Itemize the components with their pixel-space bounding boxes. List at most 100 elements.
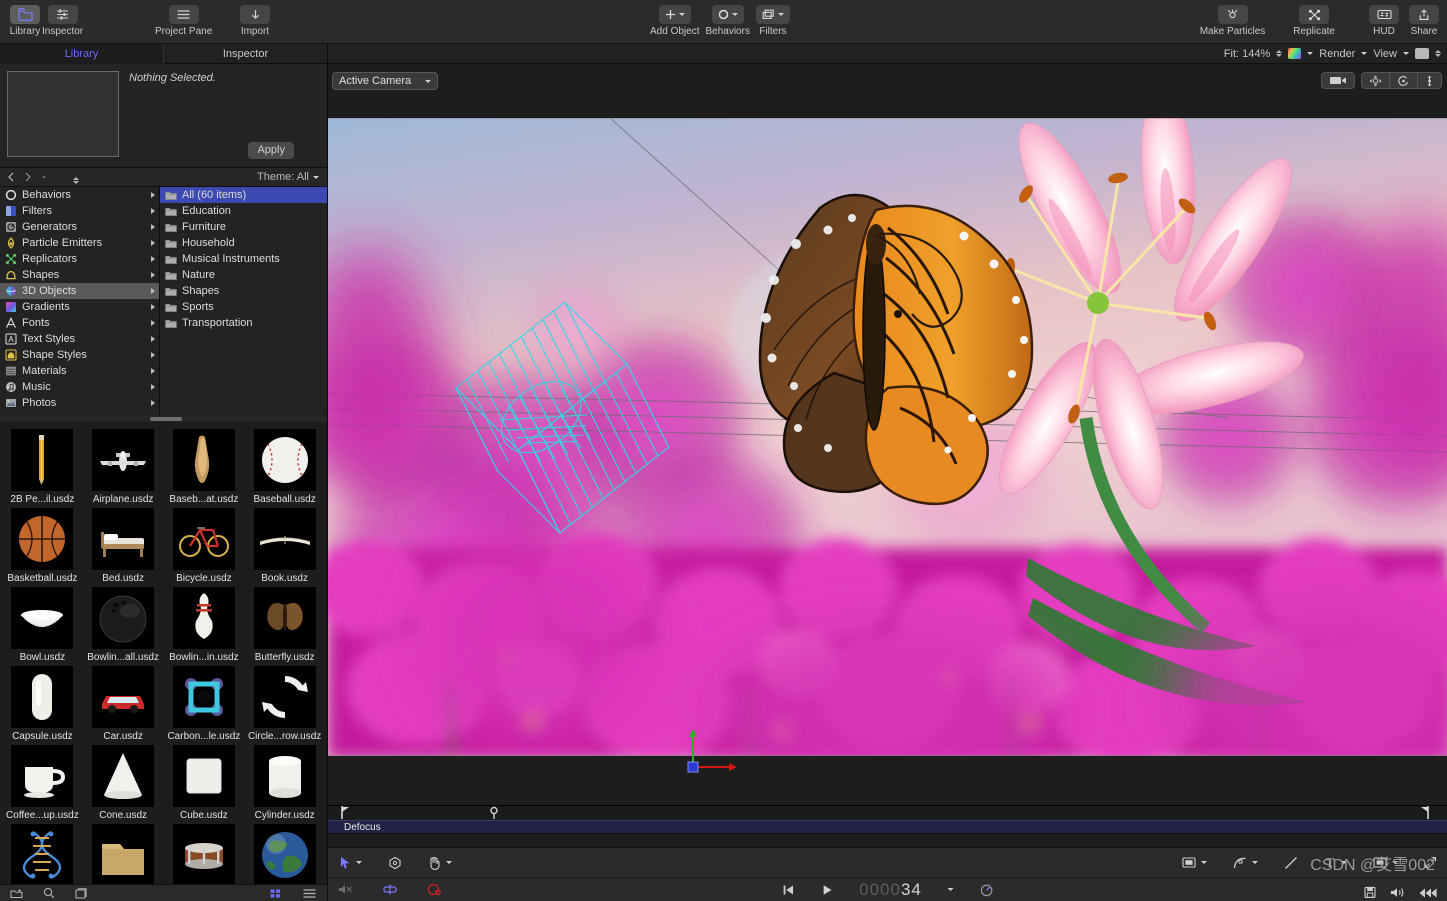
behaviors-button[interactable]: Behaviors (705, 0, 749, 37)
viewport[interactable]: Active Camera (328, 64, 1447, 805)
timeline-track-defocus[interactable]: Defocus (328, 820, 1447, 834)
asset-item[interactable]: Carbon...le.usdz (164, 663, 245, 742)
new-folder-icon[interactable] (10, 888, 23, 899)
chevron-down-icon[interactable] (1307, 52, 1313, 55)
library-category-generators[interactable]: Generators (0, 219, 159, 235)
disclosure-arrow-icon[interactable] (151, 384, 155, 390)
inspector-toggle-button[interactable]: Inspector (42, 0, 83, 37)
play-icon[interactable] (820, 884, 833, 896)
bezier-tool-button[interactable] (1233, 856, 1258, 870)
timecode-display[interactable]: 000034 (859, 880, 922, 900)
zoom-stepper[interactable] (1276, 50, 1282, 57)
chevron-down-icon[interactable] (948, 888, 954, 891)
asset-item[interactable]: Cube.usdz (164, 742, 245, 821)
pan-3d-icon[interactable] (1362, 73, 1389, 88)
library-category-photos[interactable]: Photos (0, 395, 159, 411)
library-category-text-styles[interactable]: AText Styles (0, 331, 159, 347)
library-subcategory-musical-instruments[interactable]: Musical Instruments (160, 251, 327, 267)
keyframe-icon[interactable] (980, 883, 994, 897)
asset-item[interactable]: Baseb...at.usdz (164, 426, 245, 505)
library-category-replicators[interactable]: Replicators (0, 251, 159, 267)
asset-item[interactable]: Cone.usdz (83, 742, 164, 821)
color-channel-icon[interactable] (1288, 48, 1301, 59)
rewind-icon[interactable] (1419, 887, 1437, 899)
asset-item[interactable]: Butterfly.usdz (244, 584, 325, 663)
asset-item[interactable]: Bed.usdz (83, 505, 164, 584)
apply-button[interactable]: Apply (248, 142, 294, 159)
camera-dropdown[interactable]: Active Camera (332, 72, 438, 90)
back-icon[interactable] (8, 172, 14, 182)
asset-item[interactable]: 2B Pe...il.usdz (2, 426, 83, 505)
asset-item[interactable]: Bicycle.usdz (164, 505, 245, 584)
library-horizontal-scrollbar[interactable] (0, 415, 327, 422)
chevron-down-icon[interactable] (1403, 52, 1409, 55)
view-menu[interactable]: View (1373, 48, 1397, 60)
forward-icon[interactable] (25, 172, 31, 182)
mask-tool-button[interactable] (1182, 857, 1207, 868)
transform-3d-tool-button[interactable] (388, 856, 402, 870)
library-category-particle-emitters[interactable]: Particle Emitters (0, 235, 159, 251)
disclosure-arrow-icon[interactable] (151, 320, 155, 326)
asset-item[interactable]: Book.usdz (244, 505, 325, 584)
zoom-level-label[interactable]: Fit: 144% (1224, 48, 1270, 60)
disclosure-arrow-icon[interactable] (151, 336, 155, 342)
hud-button[interactable]: HUD (1367, 0, 1401, 37)
library-subcategory-nature[interactable]: Nature (160, 267, 327, 283)
camera-view-button[interactable] (1321, 72, 1355, 89)
dolly-icon[interactable] (1417, 73, 1441, 88)
loop-icon[interactable] (383, 883, 397, 896)
asset-item[interactable]: Basketball.usdz (2, 505, 83, 584)
asset-item[interactable]: Capsule.usdz (2, 663, 83, 742)
disclosure-arrow-icon[interactable] (151, 224, 155, 230)
library-subcategory-shapes[interactable]: Shapes (160, 283, 327, 299)
asset-item[interactable]: Bowl.usdz (2, 584, 83, 663)
render-menu[interactable]: Render (1319, 48, 1355, 60)
tab-library[interactable]: Library (0, 44, 163, 64)
disclosure-arrow-icon[interactable] (151, 368, 155, 374)
disclosure-arrow-icon[interactable] (151, 240, 155, 246)
select-tool-button[interactable] (340, 856, 362, 869)
asset-item[interactable]: Drum.usdz (164, 821, 245, 884)
replicate-button[interactable]: Replicate (1293, 0, 1335, 37)
mute-icon[interactable] (338, 883, 353, 896)
orbit-icon[interactable] (1389, 73, 1417, 88)
asset-item[interactable]: DNA.usdz (2, 821, 83, 884)
disclosure-arrow-icon[interactable] (151, 288, 155, 294)
goto-start-icon[interactable] (781, 884, 794, 896)
chevron-down-icon[interactable] (1361, 52, 1367, 55)
filters-button[interactable]: Filters (756, 0, 790, 37)
asset-item[interactable]: Airplane.usdz (83, 426, 164, 505)
disclosure-arrow-icon[interactable] (151, 400, 155, 406)
library-category-materials[interactable]: Materials (0, 363, 159, 379)
library-category-music[interactable]: Music (0, 379, 159, 395)
theme-dropdown[interactable]: Theme: All (257, 171, 319, 183)
library-sort-stepper[interactable] (73, 171, 79, 184)
view-layout-stepper[interactable] (1435, 50, 1441, 57)
list-view-icon[interactable] (302, 888, 317, 899)
library-category-shape-styles[interactable]: Shape Styles (0, 347, 159, 363)
asset-item[interactable]: Coffee...up.usdz (2, 742, 83, 821)
new-group-icon[interactable] (75, 888, 87, 899)
save-icon[interactable] (1364, 886, 1376, 899)
project-pane-button[interactable]: Project Pane (155, 0, 212, 37)
disclosure-arrow-icon[interactable] (151, 304, 155, 310)
asset-item[interactable]: Circle...row.usdz (244, 663, 325, 742)
volume-icon[interactable] (1390, 886, 1405, 899)
library-category-gradients[interactable]: Gradients (0, 299, 159, 315)
library-subcategory-household[interactable]: Household (160, 235, 327, 251)
library-subcategory-furniture[interactable]: Furniture (160, 219, 327, 235)
library-category-filters[interactable]: Filters (0, 203, 159, 219)
library-subcategory-all-60-items-[interactable]: All (60 items) (160, 187, 327, 203)
add-object-button[interactable]: Add Object (650, 0, 699, 37)
record-icon[interactable] (427, 883, 441, 896)
disclosure-arrow-icon[interactable] (151, 256, 155, 262)
import-button[interactable]: Import (238, 0, 272, 37)
library-subcategory-sports[interactable]: Sports (160, 299, 327, 315)
asset-item[interactable]: Bowlin...all.usdz (83, 584, 164, 663)
asset-item[interactable]: Baseball.usdz (244, 426, 325, 505)
library-toggle-button[interactable]: Library (8, 0, 42, 37)
asset-item[interactable]: Docum...er.usdz (83, 821, 164, 884)
library-category-shapes[interactable]: Shapes (0, 267, 159, 283)
disclosure-arrow-icon[interactable] (151, 208, 155, 214)
make-particles-button[interactable]: Make Particles (1200, 0, 1266, 37)
